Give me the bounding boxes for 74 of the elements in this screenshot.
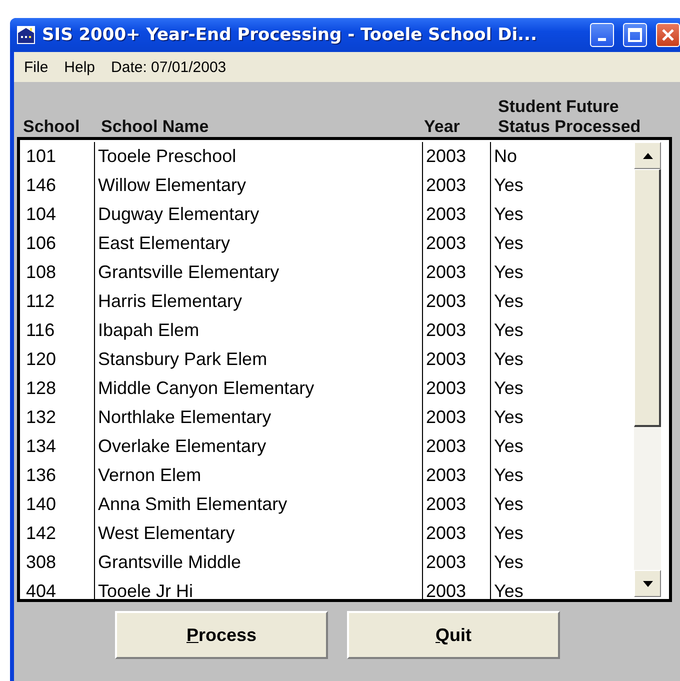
column-header: Student Future Status Processed: [498, 97, 642, 137]
table-cell: Vernon Elem: [95, 461, 423, 490]
column-header: School: [23, 117, 81, 137]
table-cell: 2003: [423, 461, 491, 490]
table-cell: 2003: [423, 490, 491, 519]
table-cell: East Elementary: [95, 229, 423, 258]
table-cell: 134: [23, 432, 95, 461]
table-cell: Northlake Elementary: [95, 403, 423, 432]
action-button[interactable]: Quit: [347, 611, 560, 659]
table-cell-text: Yes: [493, 377, 524, 400]
table-cell-text: Yes: [493, 551, 524, 574]
table-cell: 2003: [423, 432, 491, 461]
table-cell: 140: [23, 490, 95, 519]
table-cell: Dugway Elementary: [95, 200, 423, 229]
table-cell: 132: [23, 403, 95, 432]
table-cell: 128: [23, 374, 95, 403]
table-cell: Tooele Preschool: [95, 142, 423, 171]
table-cell: 2003: [423, 316, 491, 345]
column-header: School Name: [101, 117, 210, 137]
table-cell-text: Yes: [493, 348, 524, 371]
table-cell: Willow Elementary: [95, 171, 423, 200]
table-cell-text: Yes: [493, 406, 524, 429]
table-cell-text: No: [493, 145, 518, 168]
table-cell: Tooele Jr Hi: [95, 577, 423, 599]
table-cell: 308: [23, 548, 95, 577]
table-cell: 146: [23, 171, 95, 200]
table-cell: Overlake Elementary: [95, 432, 423, 461]
table-cell: 2003: [423, 287, 491, 316]
window-title: SIS 2000+ Year-End Processing - Tooele School Di...: [42, 25, 538, 45]
table-cell: Stansbury Park Elem: [95, 345, 423, 374]
table-cell: Ibapah Elem: [95, 316, 423, 345]
table-cell: 2003: [423, 519, 491, 548]
table-cell: Grantsville Middle: [95, 548, 423, 577]
table-cell: 136: [23, 461, 95, 490]
table-cell-text: Yes: [493, 174, 524, 197]
table-cell: 2003: [423, 171, 491, 200]
table-cell: 2003: [423, 403, 491, 432]
table-cell-text: Yes: [493, 580, 524, 599]
menu-item[interactable]: Help: [64, 58, 96, 76]
table-cell: 116: [23, 316, 95, 345]
table-cell: 2003: [423, 345, 491, 374]
table-cell: 2003: [423, 548, 491, 577]
column-header: Year: [424, 117, 461, 137]
table-cell: Grantsville Elementary: [95, 258, 423, 287]
table-cell: Anna Smith Elementary: [95, 490, 423, 519]
table-cell-text: Yes: [493, 290, 524, 313]
table-cell: 106: [23, 229, 95, 258]
table-cell: Harris Elementary: [95, 287, 423, 316]
table-cell-text: Yes: [493, 435, 524, 458]
table-cell-text: Yes: [493, 232, 524, 255]
table-cell-text: Yes: [493, 493, 524, 516]
table-cell: 2003: [423, 374, 491, 403]
table-cell-text: Yes: [493, 464, 524, 487]
action-button[interactable]: Process: [115, 611, 328, 659]
table-cell: West Elementary: [95, 519, 423, 548]
table-cell-text: Yes: [493, 522, 524, 545]
menu-item[interactable]: File: [24, 58, 48, 76]
table-cell: 112: [23, 287, 95, 316]
table-cell: 404: [23, 577, 95, 599]
table-cell-text: Yes: [493, 319, 524, 342]
table-cell: 104: [23, 200, 95, 229]
table-cell: 2003: [423, 142, 491, 171]
table-cell: Middle Canyon Elementary: [95, 374, 423, 403]
table-cell: 2003: [423, 258, 491, 287]
table-cell: 2003: [423, 229, 491, 258]
table-cell-text: Yes: [493, 203, 524, 226]
table-cell: 2003: [423, 200, 491, 229]
table-cell: 2003: [423, 577, 491, 599]
table-cell: 101: [23, 142, 95, 171]
table-cell: 108: [23, 258, 95, 287]
date-label: Date: 07/01/2003: [111, 58, 226, 76]
table-cell: 120: [23, 345, 95, 374]
table-cell: 142: [23, 519, 95, 548]
table-cell-text: Yes: [493, 261, 524, 284]
